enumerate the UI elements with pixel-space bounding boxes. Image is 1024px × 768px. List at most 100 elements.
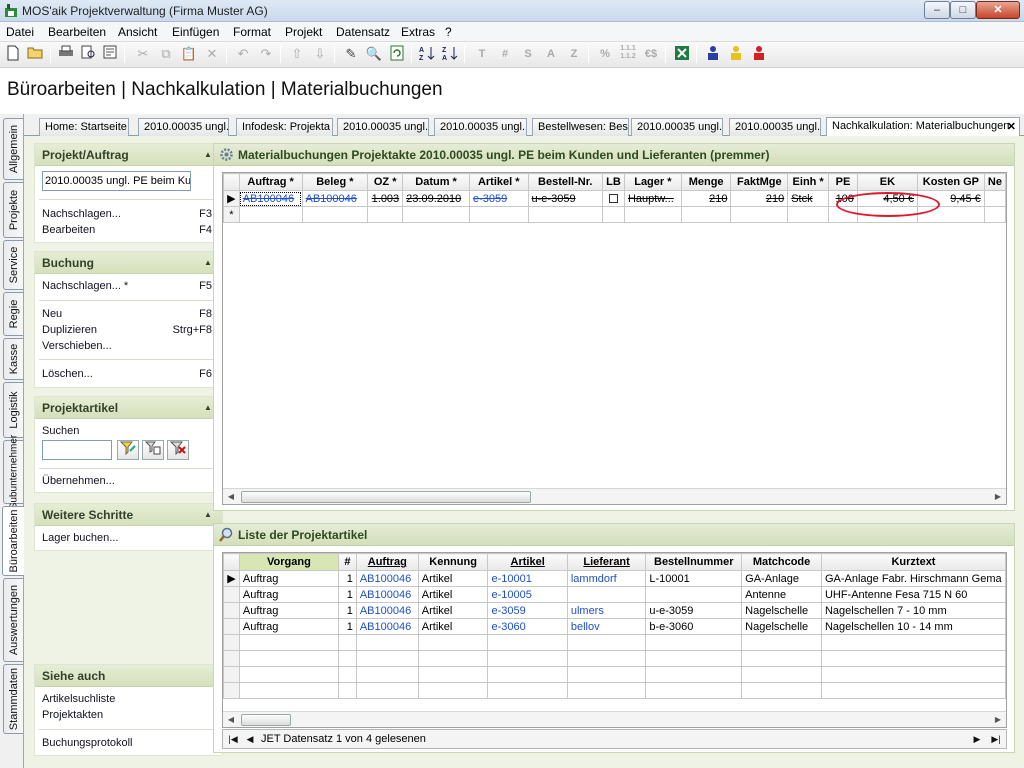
menu-format[interactable]: Format (233, 25, 271, 39)
sort-ascending-icon[interactable]: AZ (418, 45, 436, 63)
column-header[interactable]: Auftrag * (238, 173, 303, 191)
lager-buchen-link[interactable]: Lager buchen... (42, 532, 118, 544)
column-header[interactable]: # (337, 553, 357, 571)
cell-nr[interactable]: 1 (337, 570, 357, 587)
cell-bestellnummer[interactable]: L-10001 (645, 570, 743, 587)
minimize-button[interactable]: – (924, 1, 950, 19)
move-up-icon[interactable]: ⇧ (288, 45, 306, 63)
new-row-marker[interactable]: * (223, 206, 240, 223)
cell-matchcode[interactable]: Nagelschelle (741, 602, 822, 619)
cell-faktmge[interactable]: 210 (730, 190, 789, 207)
vtab-kasse[interactable]: Kasse (3, 338, 23, 380)
cut-icon[interactable]: ✂ (134, 45, 152, 63)
cell-artikel[interactable]: e-3059 (487, 602, 568, 619)
vtab-auswertungen[interactable]: Auswertungen (3, 578, 23, 662)
menu-projekt[interactable]: Projekt (285, 25, 322, 39)
vtab-subunternehmer[interactable]: Subunternehmer (3, 435, 23, 509)
duplizieren-link[interactable]: Duplizieren (42, 324, 97, 336)
number-format-button[interactable]: # (496, 45, 514, 63)
close-button[interactable]: ✕ (976, 1, 1020, 19)
cell-kennung[interactable]: Artikel (417, 570, 489, 587)
s-format-button[interactable]: S (519, 45, 537, 63)
cell-lager[interactable]: Hauptw... (623, 190, 682, 207)
refresh-icon[interactable] (388, 45, 406, 63)
vtab-regie[interactable]: Regie (3, 292, 23, 336)
column-header[interactable]: Bestell-Nr. (527, 173, 603, 191)
scroll-right-icon[interactable]: ▶ (990, 712, 1006, 727)
buchungsprotokoll-link[interactable]: Buchungsprotokoll (42, 737, 133, 749)
first-record-icon[interactable]: |◀ (225, 731, 241, 747)
page-setup-icon[interactable] (101, 45, 119, 63)
find-icon[interactable]: 🔍 (365, 45, 383, 63)
cell-auftrag[interactable]: AB100046 (355, 586, 419, 603)
column-header[interactable]: Einh * (787, 173, 830, 191)
panel-header[interactable]: Projekt/Auftrag ▲ (35, 144, 222, 166)
cell-kurztext[interactable]: Nagelschellen 7 - 10 mm (820, 602, 1006, 619)
doc-tab-nachkalkulation[interactable]: Nachkalkulation: Materialbuchungen ✕ (826, 117, 1020, 137)
new-document-icon[interactable] (4, 45, 22, 63)
column-header[interactable]: Matchcode (741, 553, 822, 571)
print-icon[interactable] (57, 45, 75, 63)
table-cell[interactable] (680, 206, 732, 223)
column-header[interactable]: Lieferant (566, 553, 647, 571)
table-cell[interactable] (238, 206, 303, 223)
horizontal-scrollbar[interactable]: ◀ ▶ (223, 711, 1006, 727)
column-header[interactable]: EK (856, 173, 918, 191)
doc-tab-projekt-2[interactable]: 2010.00035 ungl. (337, 118, 429, 136)
cell-bestellnummer[interactable]: u-e-3059 (645, 602, 743, 619)
vtab-stammdaten[interactable]: Stammdaten (3, 664, 23, 734)
doc-tab-projekt-1[interactable]: 2010.00035 ungl. (138, 118, 229, 136)
previous-record-icon[interactable]: ◀ (242, 731, 258, 747)
scroll-thumb[interactable] (241, 491, 531, 503)
user-blue-icon[interactable] (704, 45, 722, 63)
table-cell[interactable] (301, 206, 369, 223)
clear-filter-icon[interactable] (167, 440, 189, 460)
cell-kurztext[interactable]: Nagelschellen 10 - 14 mm (820, 618, 1006, 635)
buchung-nachschlagen-link[interactable]: Nachschlagen... * (42, 280, 128, 292)
column-header[interactable]: Ne (983, 173, 1006, 191)
cell-auftrag[interactable]: AB100046 (355, 618, 419, 635)
column-header[interactable]: Kurztext (820, 553, 1006, 571)
column-header[interactable]: LB (601, 173, 625, 191)
nachschlagen-link[interactable]: Nachschlagen... (42, 208, 121, 220)
cell-oz[interactable]: 1.003 (367, 190, 404, 207)
panel-header[interactable]: Siehe auch (35, 665, 222, 687)
next-record-icon[interactable]: ▶ (969, 731, 985, 747)
copy-icon[interactable]: ⧉ (157, 45, 175, 63)
bearbeiten-link[interactable]: Bearbeiten (42, 224, 95, 236)
close-tab-icon[interactable]: ✕ (1007, 119, 1016, 135)
cell-kennung[interactable]: Artikel (417, 602, 489, 619)
lb-checkbox[interactable] (608, 194, 618, 204)
print-preview-icon[interactable] (79, 45, 97, 63)
table-row[interactable]: Auftrag 1 AB100046 Artikel e-3060 bellov… (223, 618, 1006, 635)
cell-lieferant[interactable]: bellov (566, 618, 647, 635)
cell-artikel[interactable]: e-3059 (468, 190, 529, 207)
project-input[interactable]: 2010.00035 ungl. PE beim Kur (42, 171, 191, 191)
column-header[interactable]: PE (828, 173, 858, 191)
table-cell[interactable] (623, 206, 682, 223)
doc-tab-projekt-3[interactable]: 2010.00035 ungl. (434, 118, 527, 136)
vtab-bueroarbeiten[interactable]: Büroarbeiten (2, 506, 24, 576)
cell-kennung[interactable]: Artikel (417, 586, 489, 603)
currency-button[interactable]: €$ (642, 45, 660, 63)
table-cell[interactable] (527, 206, 603, 223)
column-header[interactable]: Artikel (487, 553, 568, 571)
scroll-left-icon[interactable]: ◀ (223, 712, 239, 727)
cell-matchcode[interactable]: GA-Anlage (741, 570, 822, 587)
scroll-right-icon[interactable]: ▶ (990, 489, 1006, 504)
column-header[interactable]: Lager * (623, 173, 682, 191)
cell-nr[interactable]: 1 (337, 602, 357, 619)
uebernehmen-link[interactable]: Übernehmen... (42, 475, 115, 487)
column-header[interactable]: Auftrag (355, 553, 419, 571)
panel-header[interactable]: Projektartikel ▲ (35, 397, 222, 419)
doc-tab-projekt-4[interactable]: 2010.00035 ungl. (631, 118, 723, 136)
menu-bearbeiten[interactable]: Bearbeiten (48, 25, 106, 39)
cell-vorgang[interactable]: Auftrag (238, 618, 339, 635)
cell-artikel[interactable]: e-10005 (487, 586, 568, 603)
cell-beleg[interactable]: AB100046 (301, 190, 369, 207)
table-cell[interactable] (601, 206, 625, 223)
cell-datum[interactable]: 23.09.2010 (402, 190, 470, 207)
doc-tab-projekt-5[interactable]: 2010.00035 ungl. (729, 118, 821, 136)
row-marker[interactable] (223, 602, 240, 619)
cell-matchcode[interactable]: Nagelschelle (741, 618, 822, 635)
